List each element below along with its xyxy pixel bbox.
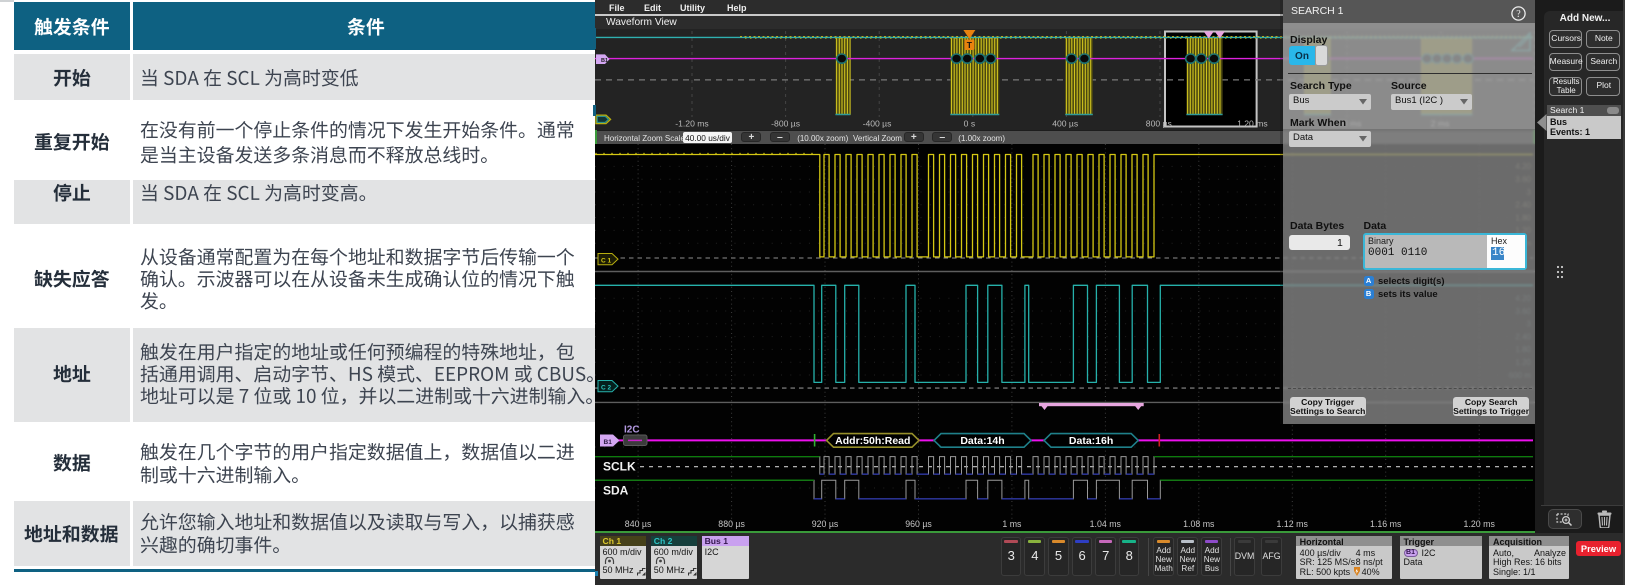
svg-text:C 2: C 2 [601, 384, 612, 391]
svg-text:0 s: 0 s [964, 119, 975, 129]
svg-text:SDA: SDA [603, 484, 629, 498]
svg-text:I2C: I2C [624, 425, 640, 436]
svg-text:C 1: C 1 [601, 257, 612, 264]
svg-text:1 ms: 1 ms [1002, 519, 1022, 529]
svg-text:1.16 ms: 1.16 ms [1370, 519, 1402, 529]
svg-text:1.04 ms: 1.04 ms [1090, 519, 1122, 529]
svg-text:1.20 ms: 1.20 ms [1237, 119, 1268, 129]
svg-text:Data:14h: Data:14h [960, 435, 1004, 447]
svg-text:1.12 ms: 1.12 ms [1277, 519, 1309, 529]
svg-text:-1.20 ms: -1.20 ms [675, 119, 708, 129]
svg-text:840 µs: 840 µs [625, 519, 652, 529]
svg-text:1.08 ms: 1.08 ms [1183, 519, 1215, 529]
svg-text:-400 µs: -400 µs [863, 119, 892, 129]
svg-text:-800 µs: -800 µs [771, 119, 800, 129]
svg-text:400 µs: 400 µs [1052, 119, 1078, 129]
svg-text:1.20 ms: 1.20 ms [1464, 519, 1496, 529]
svg-text:800 µs: 800 µs [1146, 119, 1172, 129]
svg-text:B1: B1 [604, 439, 613, 446]
svg-text:Addr:50h:Read: Addr:50h:Read [835, 435, 910, 447]
svg-text:SCLK: SCLK [603, 460, 636, 474]
svg-text:?: ? [1516, 9, 1521, 20]
svg-text:960 µs: 960 µs [905, 519, 932, 529]
svg-text:920 µs: 920 µs [812, 519, 839, 529]
svg-text:B1: B1 [601, 58, 608, 64]
svg-text:880 µs: 880 µs [718, 519, 745, 529]
svg-text:Data:16h: Data:16h [1069, 435, 1113, 447]
svg-text:T: T [967, 40, 973, 50]
